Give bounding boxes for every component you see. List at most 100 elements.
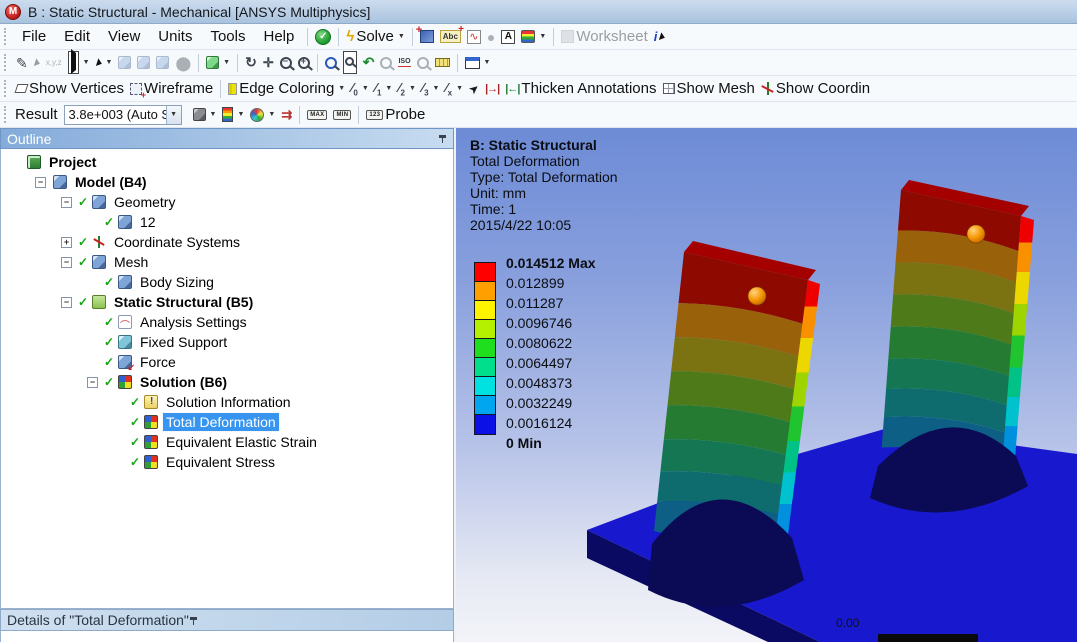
zoom-in-button[interactable]: +	[295, 55, 313, 71]
toolbar-grip[interactable]	[4, 54, 8, 71]
details-panel-header[interactable]: Details of "Total Deformation"	[0, 609, 454, 631]
contour-bands-button[interactable]	[219, 105, 247, 124]
collapse-icon[interactable]: −	[61, 256, 72, 268]
edge-option-x-button[interactable]: ∕x	[442, 78, 466, 100]
zoom-fit-button[interactable]	[322, 55, 340, 71]
edge-option-3-button[interactable]: ∕3	[419, 78, 443, 100]
tree-item-label[interactable]: Equivalent Stress	[163, 453, 278, 471]
tree-item-equivalent-stress[interactable]: ✓ Equivalent Stress	[1, 452, 453, 472]
menu-edit[interactable]: Edit	[55, 26, 99, 47]
tree-item-model[interactable]: − Model (B4)	[1, 172, 453, 192]
collapse-icon[interactable]: −	[87, 376, 98, 388]
menu-file[interactable]: File	[13, 26, 55, 47]
tree-item-label[interactable]: Solution Information	[163, 393, 294, 411]
body-select-button[interactable]: ⬤	[172, 54, 194, 72]
show-label-button[interactable]: ✎	[13, 54, 31, 72]
wireframe-button[interactable]: Wireframe	[127, 78, 216, 100]
show-min-button[interactable]: MIN	[330, 108, 354, 122]
combo-dropdown-icon[interactable]: ▼	[165, 105, 181, 124]
text-label-button[interactable]: A	[498, 28, 518, 46]
box-zoom-button[interactable]	[340, 49, 360, 76]
geometry-viewport[interactable]: B: Static Structural Total Deformation Typ…	[456, 128, 1077, 642]
tree-item-label[interactable]: Fixed Support	[137, 333, 230, 351]
tree-item-body-12[interactable]: ✓ 12	[1, 212, 453, 232]
tree-item-solution[interactable]: − ✓ Solution (B6)	[1, 372, 453, 392]
menu-tools[interactable]: Tools	[201, 26, 254, 47]
edge-option-1-button[interactable]: ∕1	[372, 78, 396, 100]
rotate-button[interactable]: ↻	[242, 52, 260, 73]
tree-item-equivalent-elastic-strain[interactable]: ✓ Equivalent Elastic Strain	[1, 432, 453, 452]
show-mesh-button[interactable]: Show Mesh	[660, 78, 758, 99]
toolbar-grip[interactable]	[4, 106, 8, 123]
tree-item-label[interactable]: Coordinate Systems	[111, 233, 243, 251]
tree-item-solution-information[interactable]: ✓ Solution Information	[1, 392, 453, 412]
solve-button[interactable]: ϟ Solve	[343, 26, 407, 47]
pin-icon[interactable]	[189, 616, 198, 625]
solve-status-button[interactable]: ✓	[312, 27, 334, 47]
toolbar-grip[interactable]	[4, 28, 8, 45]
tree-item-project[interactable]: Project	[1, 152, 453, 172]
collapse-icon[interactable]: −	[61, 296, 72, 308]
title-bar[interactable]: M B : Static Structural - Mechanical [AN…	[0, 0, 1077, 24]
pan-button[interactable]: ✛	[260, 53, 277, 73]
tree-item-mesh[interactable]: − ✓ Mesh	[1, 252, 453, 272]
tree-item-label[interactable]: Mesh	[111, 253, 151, 271]
iso-view-button[interactable]: ISO	[395, 56, 413, 69]
menu-units[interactable]: Units	[149, 26, 201, 47]
manage-views-button[interactable]	[432, 56, 453, 69]
tree-item-label[interactable]: Geometry	[111, 193, 178, 211]
edge-thickness-button[interactable]: |→|	[482, 81, 502, 97]
show-info-button[interactable]: i	[651, 27, 669, 46]
tree-item-label[interactable]: Model (B4)	[72, 173, 150, 191]
tree-item-label[interactable]: Force	[137, 353, 179, 371]
tree-item-force[interactable]: ✓ Force	[1, 352, 453, 373]
reset-edge-button[interactable]: ➤	[466, 80, 483, 98]
new-annotation-button[interactable]: Abc	[437, 24, 464, 45]
tree-item-label[interactable]: Static Structural (B5)	[111, 293, 256, 311]
tree-item-label[interactable]: 12	[137, 213, 159, 231]
extend-selection-button[interactable]	[203, 54, 233, 71]
new-section-plane-button[interactable]	[416, 24, 437, 45]
coordinates-pick-button[interactable]: x,y,z	[43, 57, 65, 69]
tree-item-label[interactable]: Body Sizing	[137, 273, 217, 291]
tree-item-geometry[interactable]: − ✓ Geometry	[1, 192, 453, 212]
outline-header[interactable]: Outline	[0, 128, 454, 149]
viewports-button[interactable]	[462, 55, 494, 71]
worksheet-button[interactable]: Worksheet	[558, 26, 650, 47]
toolbar-grip[interactable]	[4, 80, 8, 97]
pin-icon[interactable]	[438, 134, 447, 143]
next-view-button[interactable]	[377, 55, 395, 71]
vector-display-button[interactable]: ⇉	[278, 105, 295, 125]
new-chart-button[interactable]: ∿	[464, 28, 484, 46]
menu-view[interactable]: View	[99, 26, 149, 47]
edge-coloring-button[interactable]: Edge Coloring	[225, 78, 348, 99]
probe-button[interactable]: 123 Probe	[363, 104, 428, 125]
tree-item-static-structural[interactable]: − ✓ Static Structural (B5)	[1, 292, 453, 312]
look-at-button[interactable]	[414, 55, 432, 71]
tree-item-label[interactable]: Solution (B6)	[137, 373, 230, 391]
tree-item-coordinate-systems[interactable]: + ✓ Coordinate Systems	[1, 232, 453, 252]
smooth-contours-button[interactable]	[247, 106, 278, 124]
color-scheme-button[interactable]	[518, 28, 549, 45]
collapse-icon[interactable]: −	[61, 196, 72, 208]
edge-option-0-button[interactable]: ∕0	[348, 78, 372, 100]
comment-button[interactable]: ●	[484, 28, 498, 46]
select-mode-button[interactable]	[65, 49, 93, 76]
vertex-select-button[interactable]	[115, 54, 134, 71]
edge-option-2-button[interactable]: ∕2	[395, 78, 419, 100]
edge-select-button[interactable]	[134, 54, 153, 71]
tree-item-label[interactable]: Equivalent Elastic Strain	[163, 433, 320, 451]
face-select-button[interactable]	[153, 54, 172, 71]
menu-help[interactable]: Help	[255, 26, 304, 47]
tree-item-label[interactable]: Total Deformation	[162, 412, 280, 432]
show-coordinate-systems-button[interactable]: Show Coordin	[758, 78, 873, 99]
pointer-button[interactable]	[31, 57, 43, 69]
tree-item-body-sizing[interactable]: ✓ Body Sizing	[1, 272, 453, 292]
tree-item-analysis-settings[interactable]: ✓ Analysis Settings	[1, 312, 453, 332]
previous-view-button[interactable]: ↶	[360, 52, 378, 73]
show-vertices-button[interactable]: Show Vertices	[13, 78, 127, 99]
geometry-display-button[interactable]	[190, 106, 220, 123]
expand-icon[interactable]: +	[61, 236, 72, 248]
tree-item-fixed-support[interactable]: ✓ Fixed Support	[1, 332, 453, 352]
tree-item-total-deformation[interactable]: ✓ Total Deformation	[1, 412, 453, 432]
